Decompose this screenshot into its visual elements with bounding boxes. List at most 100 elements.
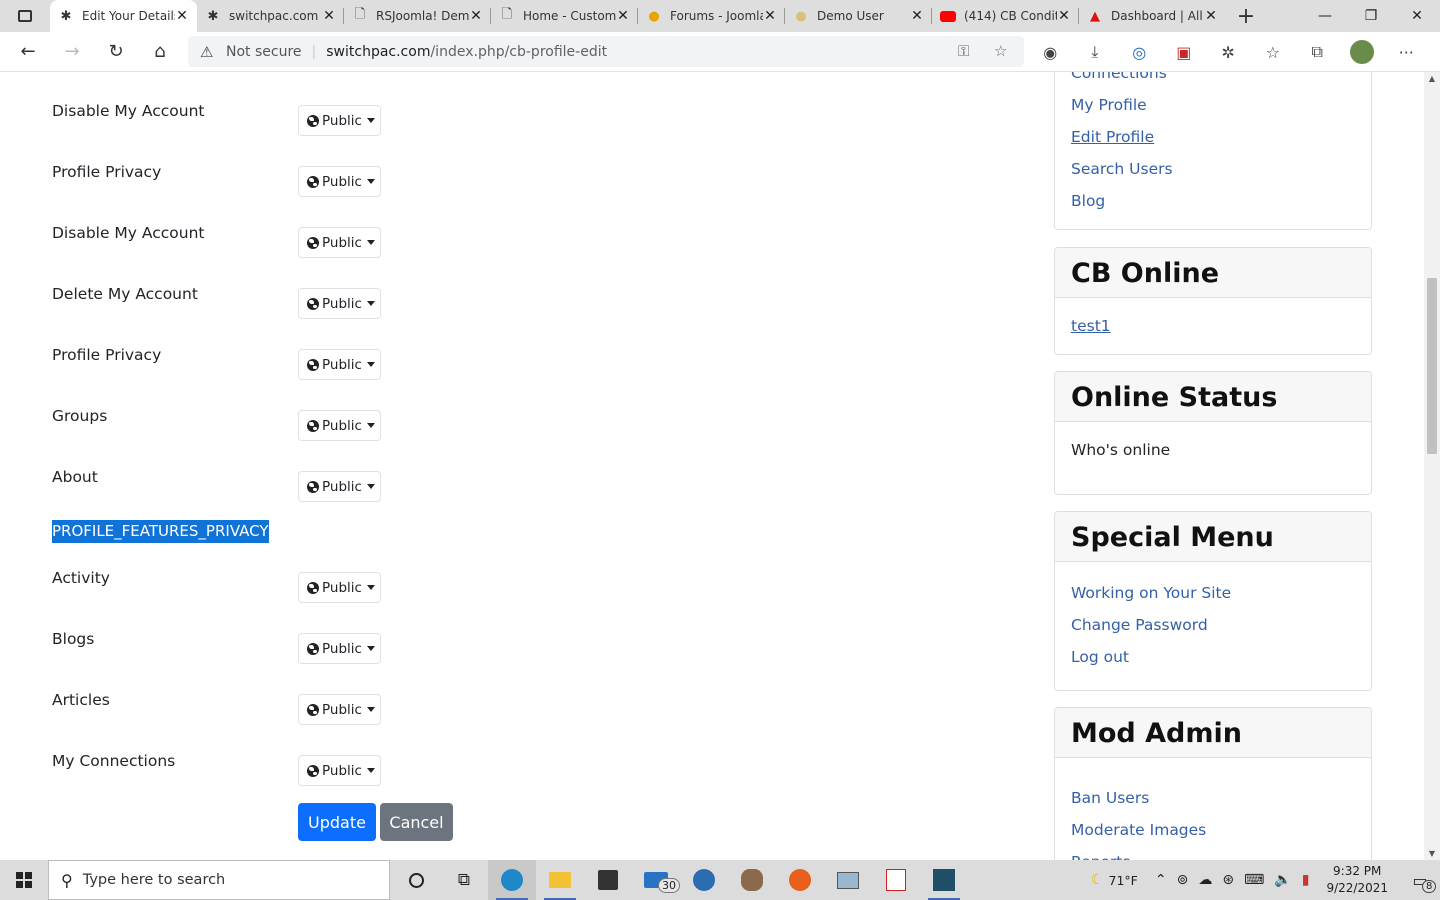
privacy-dropdown[interactable]: Public (298, 471, 381, 502)
scroll-up-icon[interactable]: ▲ (1424, 74, 1440, 83)
notifications-button[interactable]: ▭ 8 (1400, 860, 1440, 900)
start-button[interactable] (0, 860, 48, 900)
taskbar-acrobat[interactable] (872, 860, 920, 900)
favorites-button[interactable]: ☆ (1251, 43, 1296, 62)
page-scrollbar[interactable]: ▲ ▼ (1424, 72, 1440, 860)
privacy-dropdown[interactable]: Public (298, 410, 381, 441)
refresh-button[interactable]: ↻ (94, 32, 138, 72)
privacy-dropdown[interactable]: Public (298, 288, 381, 319)
taskbar-firefox[interactable] (776, 860, 824, 900)
menu-link-connections[interactable]: Connections (1071, 72, 1355, 89)
network-icon[interactable]: ⌨ (1239, 872, 1269, 888)
profile-button[interactable] (1340, 40, 1385, 64)
clock[interactable]: 9:32 PM 9/22/2021 (1314, 863, 1400, 897)
menu-link-my-profile[interactable]: My Profile (1071, 89, 1355, 121)
office-icon[interactable]: ▮ (1297, 872, 1315, 888)
update-button[interactable]: Update (298, 803, 376, 841)
field-label: Profile Privacy (52, 163, 162, 181)
add-favorite-icon[interactable]: ☆ (994, 42, 1007, 60)
tab-edit-your-details[interactable]: ✱ Edit Your Details ✕ (50, 0, 197, 32)
extensions-button[interactable]: ✲ (1206, 43, 1251, 62)
menu-link-moderate-images[interactable]: Moderate Images (1071, 814, 1355, 846)
extension-button[interactable]: ▣ (1162, 43, 1207, 62)
menu-link-edit-profile[interactable]: Edit Profile (1071, 121, 1355, 153)
privacy-dropdown[interactable]: Public (298, 633, 381, 664)
close-tab-icon[interactable]: ✕ (763, 8, 777, 24)
privacy-dropdown[interactable]: Public (298, 227, 381, 258)
privacy-dropdown[interactable]: Public (298, 694, 381, 725)
weather-temp[interactable]: 71°F (1109, 873, 1150, 888)
cancel-button[interactable]: Cancel (380, 803, 453, 841)
field-label: Profile Privacy (52, 346, 162, 364)
key-icon[interactable]: ⚿ (958, 42, 969, 60)
tray-app-icon[interactable]: ⊚ (1172, 872, 1194, 888)
tray-app-icon[interactable]: ⊛ (1217, 872, 1239, 888)
taskbar-mail[interactable]: 30 (632, 860, 680, 900)
tab-title: Dashboard | All (1111, 9, 1203, 23)
tab-demo-user[interactable]: ● Demo User ✕ (785, 0, 932, 32)
address-bar[interactable]: ⚠ Not secure | switchpac.com/index.php/c… (188, 36, 1024, 67)
taskbar-app[interactable] (680, 860, 728, 900)
close-window-button[interactable]: ✕ (1394, 0, 1440, 32)
taskbar-search-box[interactable]: ⚲ Type here to search (48, 860, 390, 900)
menu-link-ban-users[interactable]: Ban Users (1071, 782, 1355, 814)
tab-youtube[interactable]: (414) CB Conditions ✕ (932, 0, 1079, 32)
online-user-link[interactable]: test1 (1071, 310, 1355, 342)
tab-rsjoomla[interactable]: 🗋 RSJoomla! Demo ✕ (344, 0, 491, 32)
forward-button[interactable]: → (50, 32, 94, 72)
task-view-button[interactable]: ⧉ (440, 860, 488, 900)
home-icon: ⌂ (154, 41, 166, 62)
close-tab-icon[interactable]: ✕ (469, 8, 483, 24)
scroll-down-icon[interactable]: ▼ (1424, 849, 1440, 858)
restore-button[interactable]: ❐ (1348, 0, 1394, 32)
settings-more-button[interactable]: ··· (1384, 43, 1429, 62)
privacy-dropdown[interactable]: Public (298, 166, 381, 197)
menu-link-blog[interactable]: Blog (1071, 185, 1355, 217)
tab-switchpac[interactable]: ✱ switchpac.com ✕ (197, 0, 344, 32)
tab-dashboard[interactable]: ▲ Dashboard | All ✕ (1079, 0, 1226, 32)
close-tab-icon[interactable]: ✕ (1057, 8, 1071, 24)
new-tab-button[interactable]: + (1226, 0, 1266, 32)
volume-icon[interactable]: 🔈 (1269, 872, 1296, 888)
menu-link-working-on-site[interactable]: Working on Your Site (1071, 577, 1355, 609)
back-button[interactable]: ← (6, 32, 50, 72)
chevron-up-icon[interactable]: ⌃ (1150, 872, 1172, 888)
close-tab-icon[interactable]: ✕ (322, 8, 336, 24)
scrollbar-thumb[interactable] (1427, 278, 1437, 454)
home-button[interactable]: ⌂ (138, 32, 182, 72)
close-tab-icon[interactable]: ✕ (616, 8, 630, 24)
weather-icon[interactable]: ☾ (1086, 872, 1109, 888)
onedrive-icon[interactable]: ☁ (1193, 872, 1217, 888)
extension-icon: ▣ (1176, 42, 1192, 62)
menu-link-reports[interactable]: Reports (1071, 846, 1355, 860)
privacy-value: Public (322, 112, 362, 129)
menu-link-search-users[interactable]: Search Users (1071, 153, 1355, 185)
globe-icon (307, 703, 319, 716)
close-tab-icon[interactable]: ✕ (1204, 8, 1218, 24)
caret-down-icon (366, 707, 375, 712)
taskbar-file-explorer[interactable] (536, 860, 584, 900)
security-label[interactable]: Not secure (226, 44, 302, 60)
privacy-dropdown[interactable]: Public (298, 349, 381, 380)
menu-link-change-password[interactable]: Change Password (1071, 609, 1355, 641)
tab-home-customer[interactable]: 🗋 Home - Customer ✕ (491, 0, 638, 32)
tab-actions-button[interactable] (0, 0, 50, 32)
collections-button[interactable]: ⧉ (1295, 42, 1340, 62)
menu-link-log-out[interactable]: Log out (1071, 641, 1355, 673)
cortana-button[interactable] (392, 860, 440, 900)
privacy-dropdown[interactable]: Public (298, 572, 381, 603)
privacy-dropdown[interactable]: Public (298, 755, 381, 786)
taskbar-app-teal[interactable] (920, 860, 968, 900)
taskbar-monitor-app[interactable] (824, 860, 872, 900)
privacy-dropdown[interactable]: Public (298, 105, 381, 136)
close-tab-icon[interactable]: ✕ (910, 8, 924, 24)
minimize-button[interactable]: — (1302, 0, 1348, 32)
extension-button[interactable]: ◎ (1117, 43, 1162, 62)
taskbar-store[interactable] (584, 860, 632, 900)
extension-button[interactable]: ◉ (1028, 43, 1073, 62)
tab-forums[interactable]: ● Forums - Joomla ✕ (638, 0, 785, 32)
taskbar-gimp[interactable] (728, 860, 776, 900)
close-tab-icon[interactable]: ✕ (175, 8, 189, 24)
taskbar-edge[interactable] (488, 860, 536, 900)
downloads-button[interactable]: ⤓ (1073, 42, 1118, 62)
